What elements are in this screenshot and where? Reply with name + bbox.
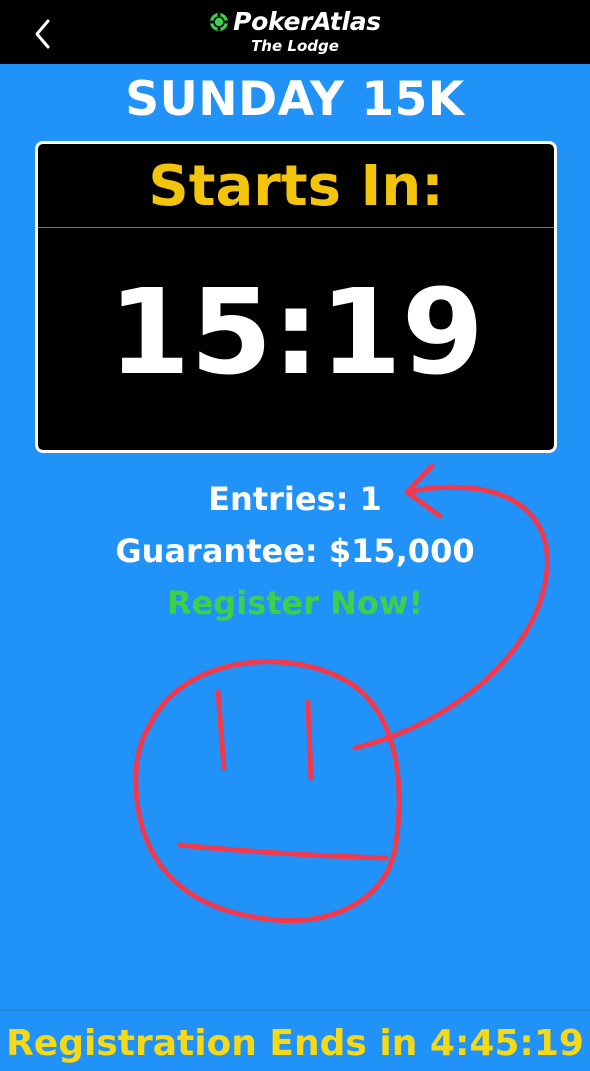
brand-name: PokerAtlas <box>233 7 381 36</box>
divider <box>38 227 554 228</box>
poker-chip-icon <box>210 13 229 31</box>
brand-header: PokerAtlas The Lodge <box>0 8 590 55</box>
annotation-face-mouth <box>177 842 389 861</box>
registration-footer: Registration Ends in 4:45:19 <box>0 1010 590 1071</box>
registration-ends-text: Registration Ends in 4:45:19 <box>6 1023 584 1064</box>
guarantee-amount: Guarantee: $15,000 <box>115 532 475 570</box>
brand-logo: PokerAtlas <box>209 8 381 36</box>
annotation-face-outline <box>133 659 402 924</box>
venue-name: The Lodge <box>251 37 339 55</box>
countdown-panel: Starts In: 15:19 <box>35 141 557 453</box>
annotation-face-left-eye <box>215 689 227 771</box>
top-bar: PokerAtlas The Lodge <box>0 0 590 64</box>
countdown-timer: 15:19 <box>108 263 484 401</box>
starts-in-label: Starts In: <box>148 154 444 219</box>
event-title: SUNDAY 15K <box>125 72 465 127</box>
register-now-link[interactable]: Register Now! <box>0 584 590 622</box>
annotation-face-right-eye <box>305 699 314 781</box>
entries-count: Entries: 1 <box>208 480 382 518</box>
